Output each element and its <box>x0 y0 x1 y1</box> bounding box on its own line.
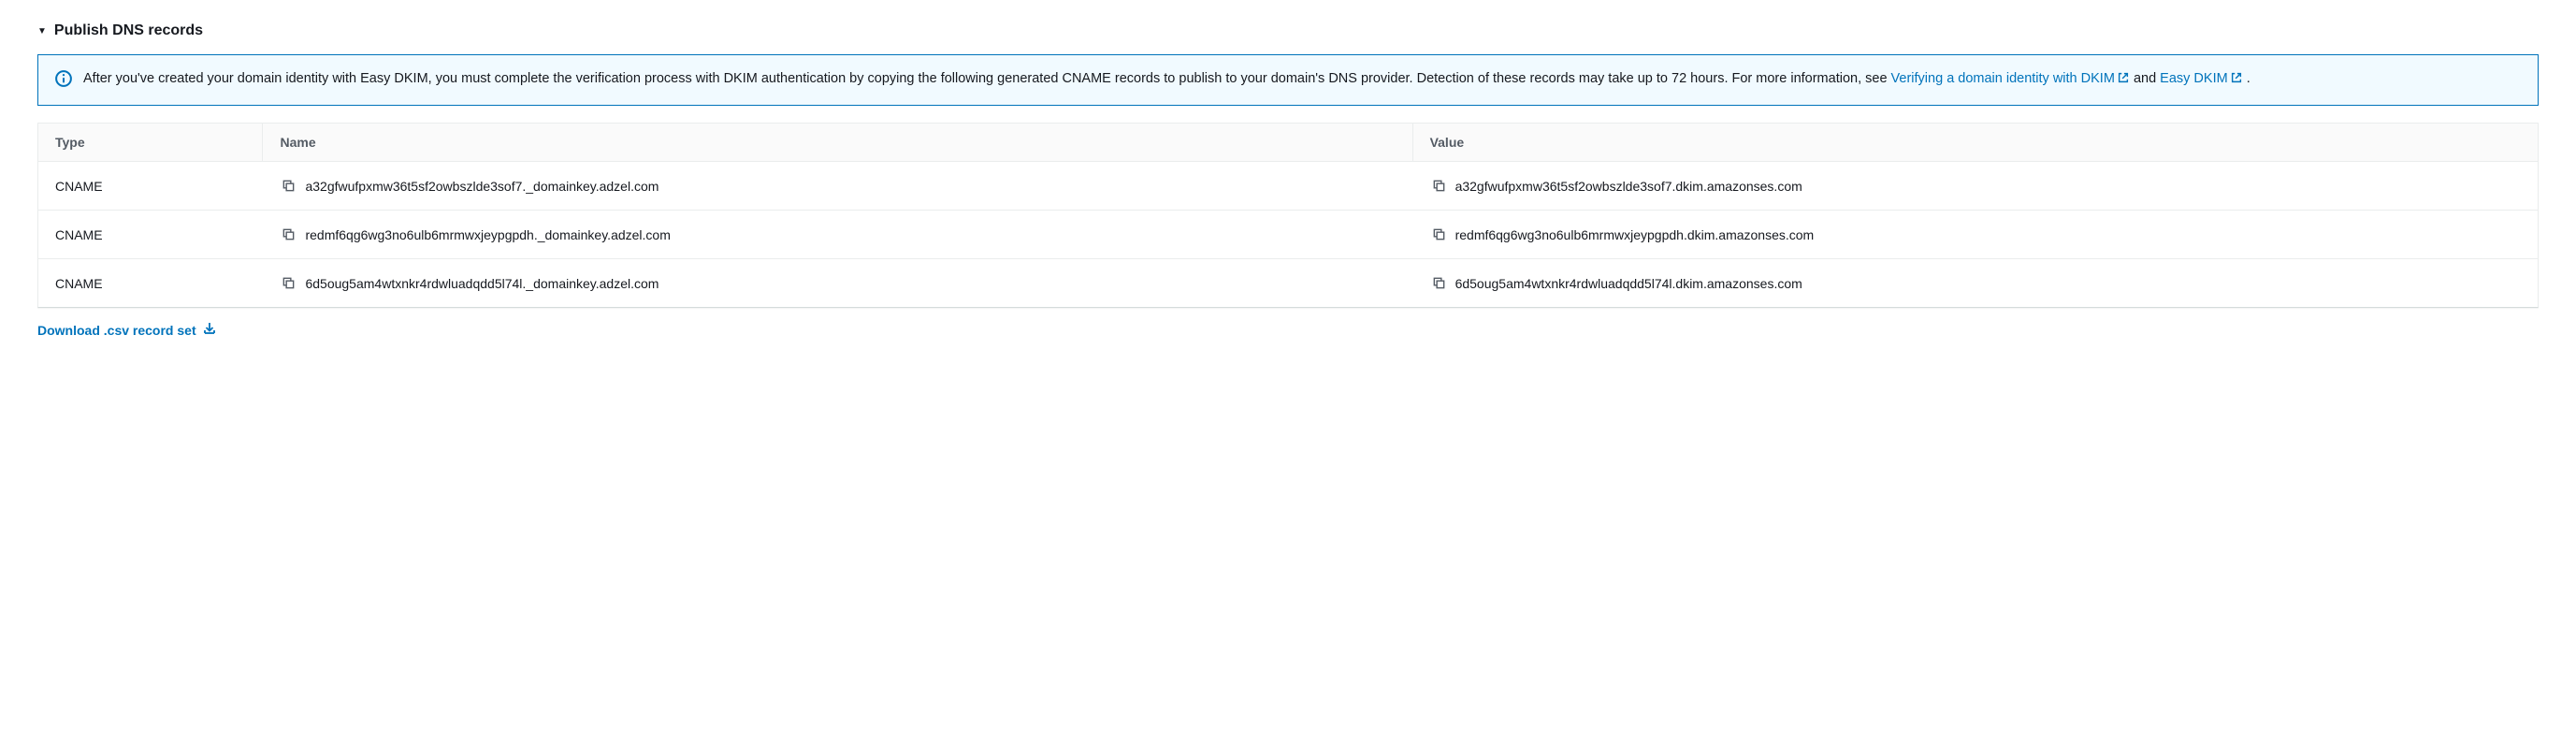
cell-name-text: 6d5oug5am4wtxnkr4rdwluadqdd5l74l._domain… <box>305 276 658 291</box>
cell-value-text: a32gfwufpxmw36t5sf2owbszlde3sof7.dkim.am… <box>1455 179 1802 194</box>
cell-value: redmf6qg6wg3no6ulb6mrmwxjeypgpdh.dkim.am… <box>1413 211 2538 258</box>
cell-name: 6d5oug5am4wtxnkr4rdwluadqdd5l74l._domain… <box>263 259 1412 307</box>
cell-name-text: a32gfwufpxmw36t5sf2owbszlde3sof7._domain… <box>305 179 658 194</box>
section-toggle[interactable]: ▼ Publish DNS records <box>37 22 2539 39</box>
info-icon <box>55 70 72 87</box>
download-csv-link[interactable]: Download .csv record set <box>37 321 217 339</box>
cell-value: a32gfwufpxmw36t5sf2owbszlde3sof7.dkim.am… <box>1413 162 2538 210</box>
copy-value-button[interactable] <box>1430 274 1448 292</box>
col-header-name: Name <box>263 124 1412 161</box>
copy-name-button[interactable] <box>280 226 297 243</box>
table-row: CNAME redmf6qg6wg3no6ulb6mrmwxjeypgpdh._d… <box>38 211 2538 259</box>
cell-name-text: redmf6qg6wg3no6ulb6mrmwxjeypgpdh._domain… <box>305 227 670 242</box>
download-csv-label: Download .csv record set <box>37 323 196 338</box>
cell-value-text: 6d5oug5am4wtxnkr4rdwluadqdd5l74l.dkim.am… <box>1455 276 1802 291</box>
table-body: CNAME a32gfwufpxmw36t5sf2owbszlde3sof7._d… <box>38 162 2538 307</box>
cell-value-text: redmf6qg6wg3no6ulb6mrmwxjeypgpdh.dkim.am… <box>1455 227 1815 242</box>
info-alert: After you've created your domain identit… <box>37 54 2539 106</box>
copy-value-button[interactable] <box>1430 226 1448 243</box>
download-icon <box>202 321 217 339</box>
col-header-type: Type <box>38 124 263 161</box>
external-link-icon <box>2230 70 2243 92</box>
col-header-value: Value <box>1413 124 2538 161</box>
table-header: Type Name Value <box>38 124 2538 162</box>
link-easy-dkim-label: Easy DKIM <box>2160 71 2228 86</box>
cell-type: CNAME <box>38 162 263 210</box>
cell-name: redmf6qg6wg3no6ulb6mrmwxjeypgpdh._domain… <box>263 211 1412 258</box>
cell-value: 6d5oug5am4wtxnkr4rdwluadqdd5l74l.dkim.am… <box>1413 259 2538 307</box>
table-row: CNAME a32gfwufpxmw36t5sf2owbszlde3sof7._d… <box>38 162 2538 211</box>
info-text-end: . <box>2247 71 2250 86</box>
cell-type-text: CNAME <box>55 179 103 194</box>
info-text: After you've created your domain identit… <box>83 68 2250 92</box>
cell-name: a32gfwufpxmw36t5sf2owbszlde3sof7._domain… <box>263 162 1412 210</box>
info-text-part1: After you've created your domain identit… <box>83 71 1891 86</box>
link-easy-dkim[interactable]: Easy DKIM <box>2160 71 2247 86</box>
cell-type-text: CNAME <box>55 227 103 242</box>
cell-type-text: CNAME <box>55 276 103 291</box>
copy-name-button[interactable] <box>280 177 297 195</box>
external-link-icon <box>2117 70 2130 92</box>
cell-type: CNAME <box>38 211 263 258</box>
copy-value-button[interactable] <box>1430 177 1448 195</box>
link-verifying-dkim[interactable]: Verifying a domain identity with DKIM <box>1891 71 2134 86</box>
table-row: CNAME 6d5oug5am4wtxnkr4rdwluadqdd5l74l._d… <box>38 259 2538 307</box>
dns-records-table: Type Name Value CNAME a32gfwufpxmw36t5sf2… <box>37 123 2539 308</box>
section-title: Publish DNS records <box>54 22 203 39</box>
link-verifying-dkim-label: Verifying a domain identity with DKIM <box>1891 71 2115 86</box>
cell-type: CNAME <box>38 259 263 307</box>
info-text-and: and <box>2134 71 2160 86</box>
caret-down-icon: ▼ <box>37 26 47 36</box>
copy-name-button[interactable] <box>280 274 297 292</box>
